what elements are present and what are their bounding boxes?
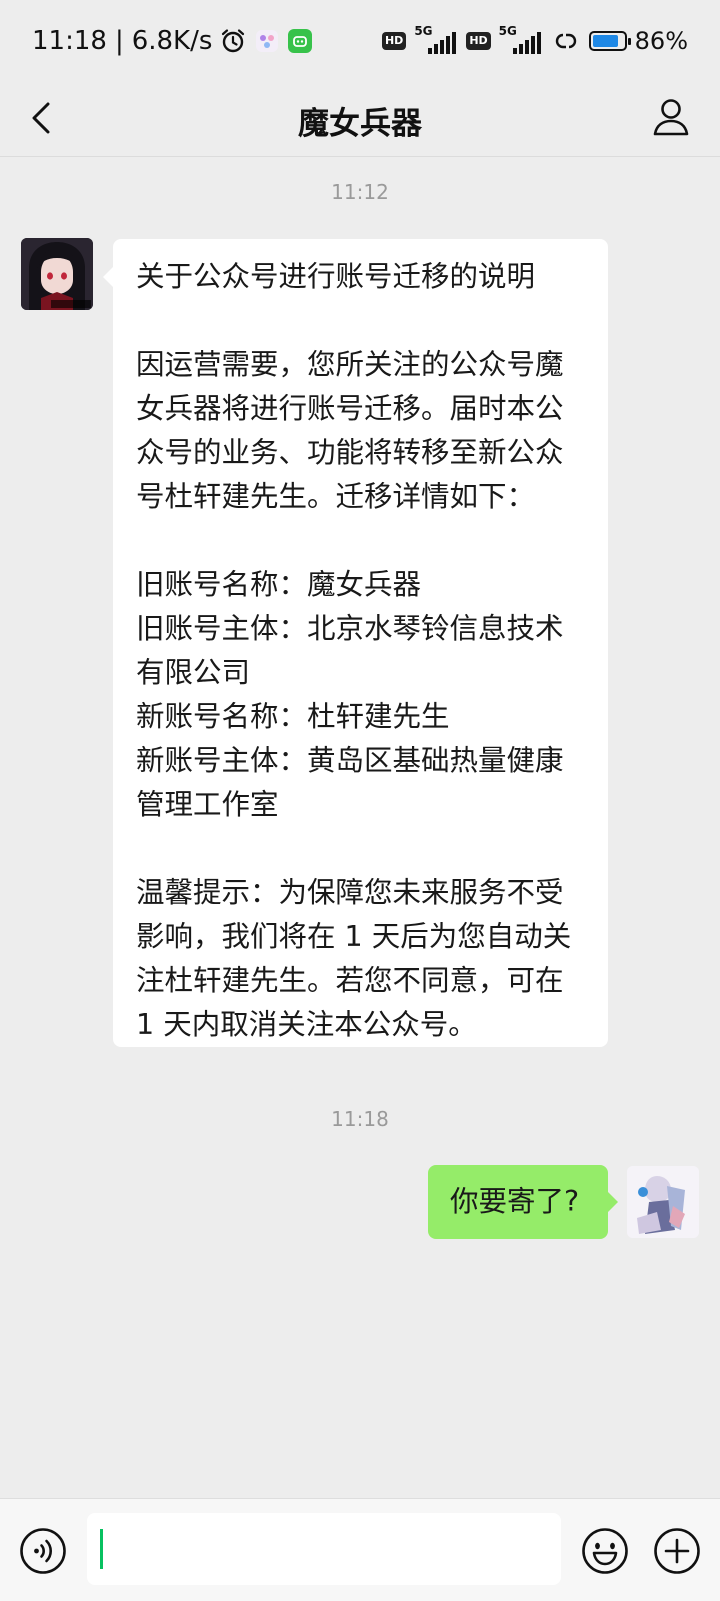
network-speed: 6.8K/s (131, 26, 213, 56)
battery-icon (588, 31, 631, 51)
text-cursor (100, 1529, 103, 1569)
emoji-icon[interactable] (581, 1527, 629, 1575)
message-paragraph: 因运营需要，您所关注的公众号魔女兵器将进行账号迁移。届时本公众号的业务、功能将转… (136, 348, 564, 513)
message-blank-line (136, 519, 586, 563)
user-avatar[interactable] (627, 1166, 699, 1238)
message-paragraph: 新账号主体：黄岛区基础热量健康管理工作室 (136, 744, 564, 821)
hd-badge-2: HD (466, 32, 491, 50)
link-icon (555, 33, 576, 49)
message-paragraph: 旧账号主体：北京水琴铃信息技术有限公司 (136, 612, 564, 689)
battery-level-fill (592, 35, 619, 47)
hd-badge-1: HD (381, 32, 407, 50)
app-icon-green (288, 29, 313, 53)
signal-icon-1: 5G (414, 24, 458, 56)
avatar-image (21, 238, 93, 310)
message-paragraph: 旧账号名称：魔女兵器 (136, 568, 422, 601)
avatar[interactable] (21, 238, 93, 310)
signal-icon-2: 5G (499, 24, 543, 56)
status-bar: 11:18 | 6.8K/s HD 5G HD 5G 86% (0, 0, 720, 80)
person-icon[interactable] (648, 94, 694, 140)
chat-timestamp: 11:12 (331, 180, 389, 204)
page-title: 魔女兵器 (298, 106, 422, 142)
message-paragraph: 关于公众号进行账号迁移的说明 (136, 260, 536, 293)
voice-icon[interactable] (19, 1527, 67, 1575)
status-separator: | (114, 26, 124, 56)
message-paragraph: 新账号名称：杜轩建先生 (136, 700, 450, 733)
message-blank-line (136, 299, 586, 343)
incoming-message-bubble[interactable]: 关于公众号进行账号迁移的说明因运营需要，您所关注的公众号魔女兵器将进行账号迁移。… (103, 239, 608, 1047)
alarm-icon (222, 29, 245, 53)
input-bar (0, 1498, 720, 1601)
nav-bar: 魔女兵器 (0, 80, 720, 157)
message-blank-line (136, 827, 586, 871)
chat-timestamp: 11:18 (331, 1107, 389, 1131)
app-icon (256, 30, 279, 52)
outgoing-message-bubble[interactable]: 你要寄了? (428, 1165, 618, 1239)
user-avatar-image (627, 1166, 699, 1238)
battery-percent: 86% (634, 27, 688, 55)
message-input[interactable] (87, 1513, 561, 1585)
status-time: 11:18 (32, 26, 107, 56)
message-paragraph: 温馨提示：为保障您未来服务不受影响，我们将在 1 天后为您自动关注杜轩建先生。若… (136, 876, 572, 1041)
plus-icon[interactable] (653, 1527, 701, 1575)
